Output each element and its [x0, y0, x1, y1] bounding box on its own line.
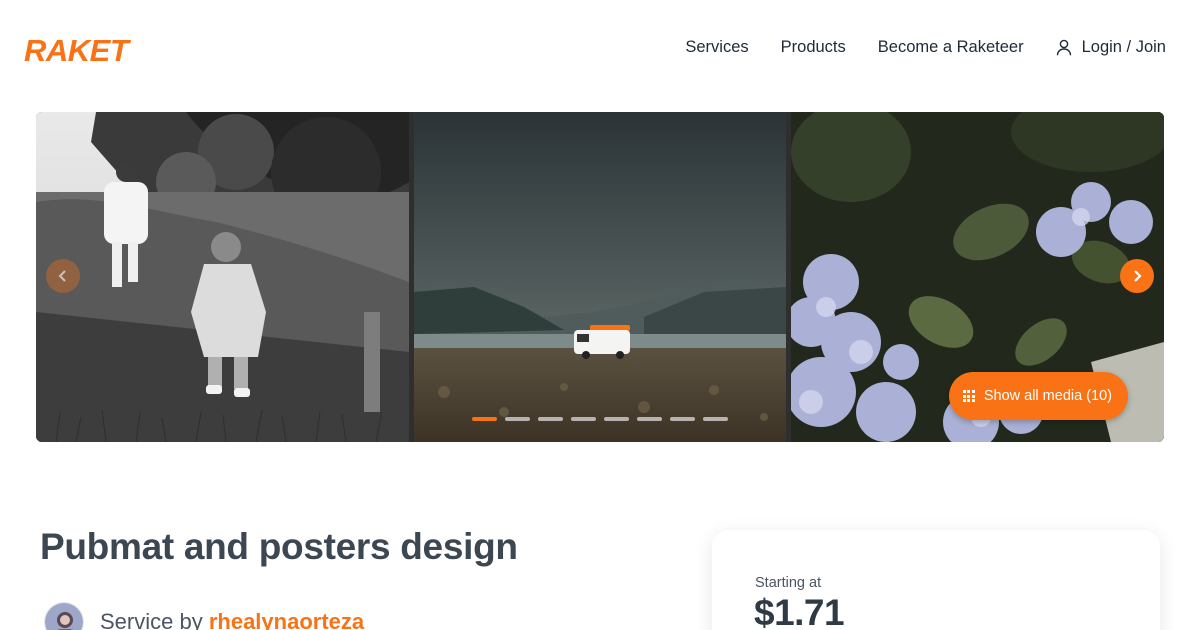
grid-icon	[962, 390, 975, 402]
site-header: RAKET Services Products Become a Raketee…	[0, 0, 1200, 100]
chevron-right-icon	[1134, 270, 1142, 282]
gallery-prev-button[interactable]	[46, 259, 80, 293]
pagination-dot[interactable]	[538, 417, 563, 421]
nav-services[interactable]: Services	[685, 38, 748, 57]
pagination-dot[interactable]	[703, 417, 728, 421]
gallery-pagination	[472, 417, 728, 421]
gallery-next-button[interactable]	[1120, 259, 1154, 293]
avatar[interactable]	[44, 602, 84, 630]
gallery-image-1[interactable]	[36, 112, 409, 442]
pagination-dot[interactable]	[604, 417, 629, 421]
service-by-text: Service by rhealynaorteza	[100, 609, 364, 630]
media-gallery: Show all media (10)	[36, 112, 1164, 442]
user-icon	[1056, 39, 1071, 56]
main-nav: Services Products Become a Raketeer Logi…	[685, 38, 1166, 57]
show-all-media-label: Show all media (10)	[983, 388, 1112, 404]
chevron-left-icon	[58, 270, 66, 282]
pagination-dot[interactable]	[637, 417, 662, 421]
service-byline: Service by rhealynaorteza	[44, 602, 364, 630]
login-label: Login / Join	[1081, 38, 1166, 56]
login-join-link[interactable]: Login / Join	[1056, 38, 1166, 57]
author-link[interactable]: rhealynaorteza	[209, 609, 364, 630]
svg-text:RAKET: RAKET	[24, 33, 132, 67]
starting-at-label: Starting at	[755, 575, 822, 591]
pagination-dot[interactable]	[505, 417, 530, 421]
pagination-dot[interactable]	[571, 417, 596, 421]
pagination-dot[interactable]	[472, 417, 497, 421]
nav-products[interactable]: Products	[781, 38, 846, 57]
raket-logo[interactable]: RAKET	[24, 33, 158, 67]
page-title: Pubmat and posters design	[40, 526, 518, 567]
service-by-prefix: Service by	[100, 609, 209, 630]
show-all-media-button[interactable]: Show all media (10)	[948, 372, 1128, 420]
gallery-image-2[interactable]	[414, 112, 786, 442]
price-value: $1.71	[754, 592, 845, 630]
nav-become-raketeer[interactable]: Become a Raketeer	[878, 38, 1024, 57]
pricing-card: Starting at $1.71	[712, 530, 1160, 630]
pagination-dot[interactable]	[670, 417, 695, 421]
